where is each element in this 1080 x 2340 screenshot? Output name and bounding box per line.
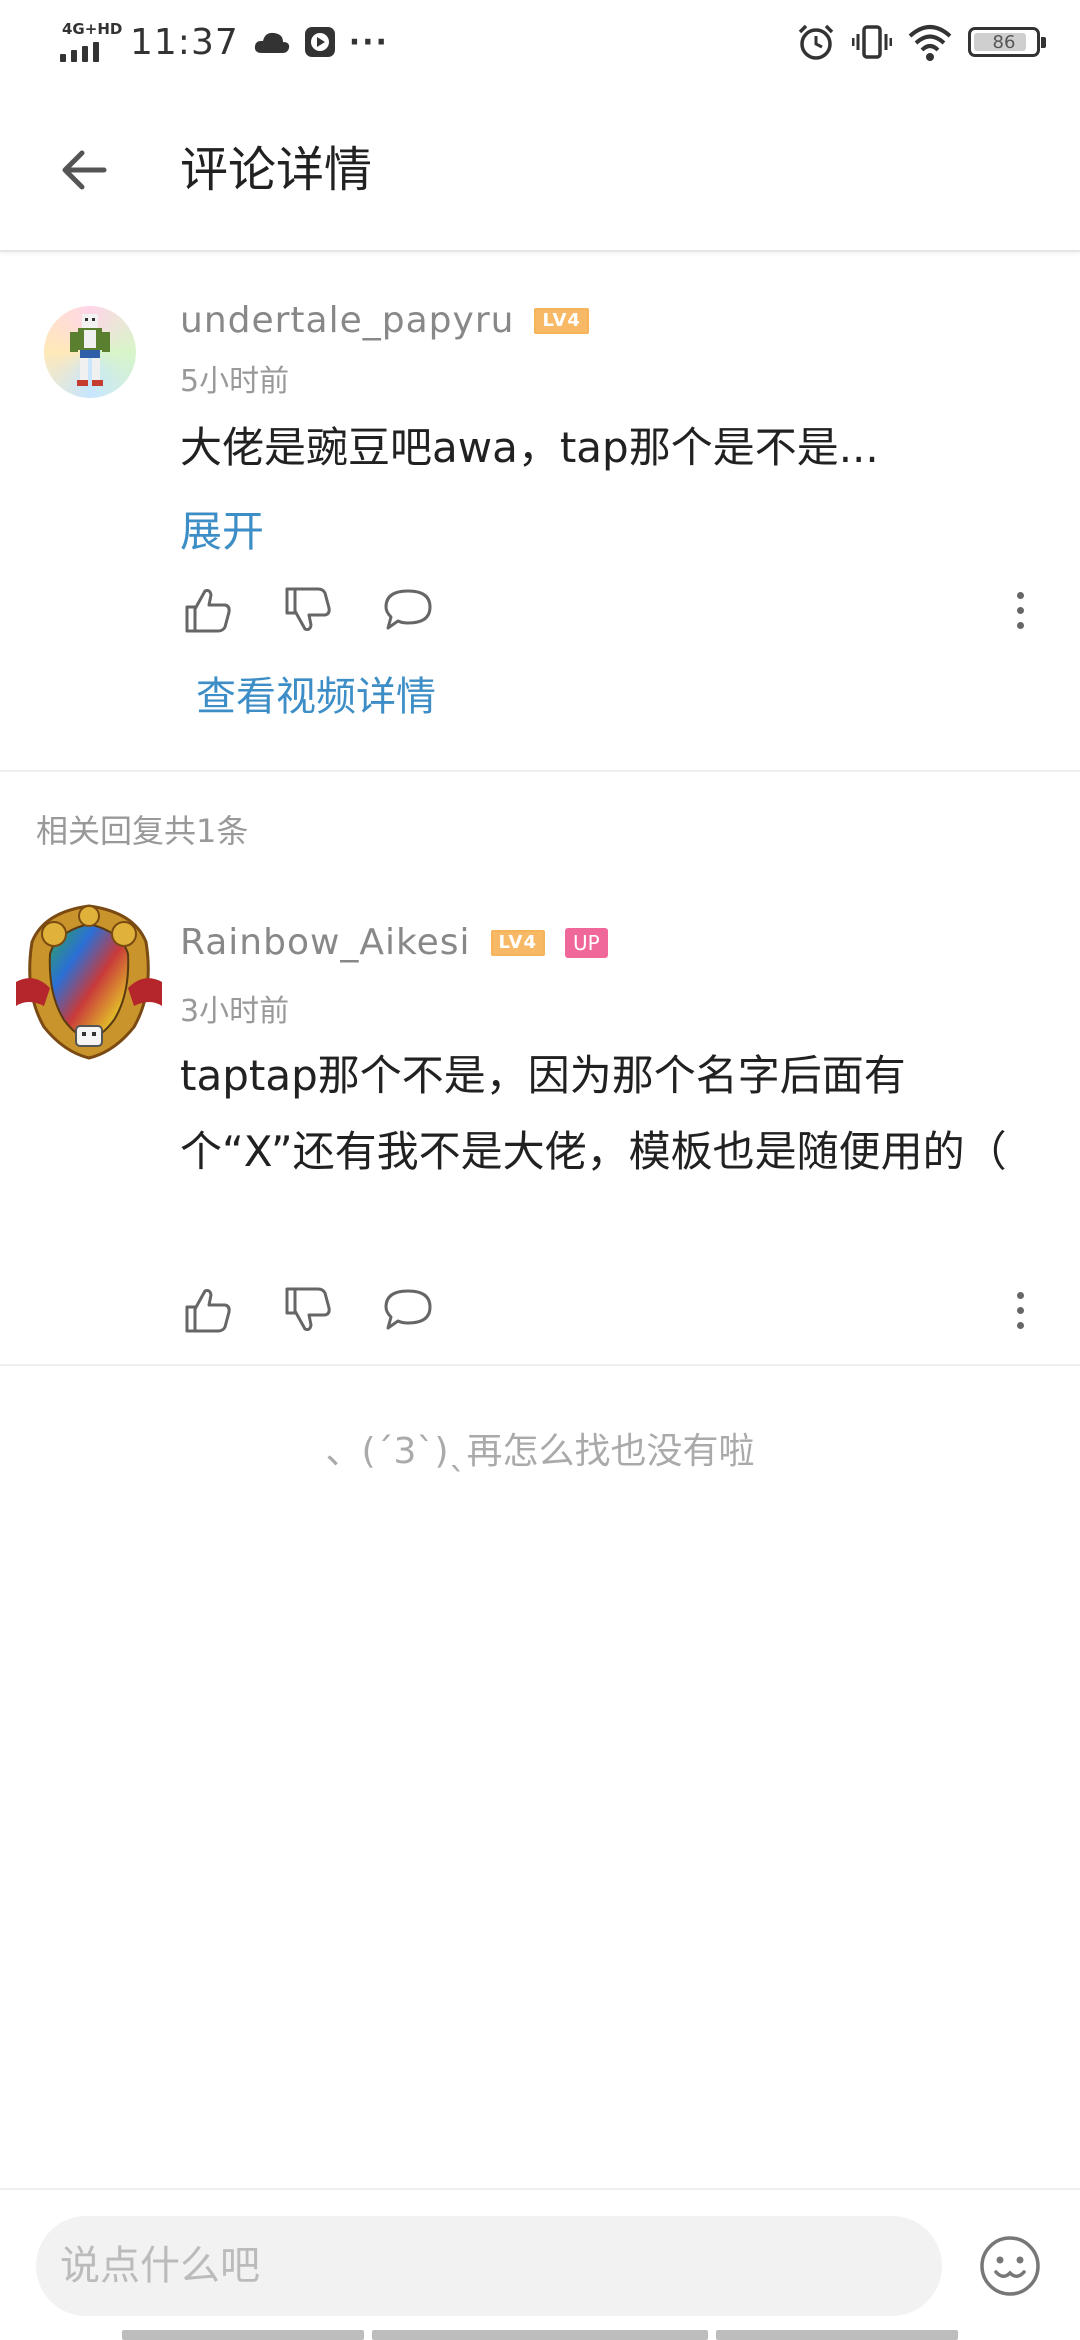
thumbs-down-icon xyxy=(285,587,331,631)
rainbow-gem-shield-avatar-icon xyxy=(16,904,162,1060)
divider xyxy=(0,1364,1080,1366)
comment-content: taptap那个不是，因为那个名字后面有个“X”还有我不是大佬，模板也是随便用的… xyxy=(180,1051,1007,1176)
app-bar: 评论详情 xyxy=(0,84,1080,252)
username-row: undertale_papyru LV4 xyxy=(180,300,589,341)
comment-time: 5小时前 xyxy=(180,364,290,399)
nav-strip-left xyxy=(122,2330,364,2340)
arrow-left-icon xyxy=(62,150,107,190)
thumbs-up-icon xyxy=(185,1289,231,1333)
comment-actions xyxy=(180,582,1040,642)
comment-bubble-icon xyxy=(384,589,432,630)
username[interactable]: undertale_papyru xyxy=(180,300,514,341)
network-type-label: 4G+HD xyxy=(62,20,123,38)
like-button[interactable] xyxy=(180,582,236,638)
status-more-icon: ··· xyxy=(348,24,389,60)
more-vertical-icon[interactable] xyxy=(1000,1282,1040,1338)
emoji-face-icon[interactable] xyxy=(978,2234,1042,2298)
wifi-icon xyxy=(908,25,952,61)
level-badge: LV4 xyxy=(490,929,545,956)
thumbs-down-icon xyxy=(285,1287,331,1331)
dislike-button[interactable] xyxy=(280,582,336,638)
reply-button[interactable] xyxy=(380,582,436,638)
username-row: Rainbow_Aikesi LV4 UP xyxy=(180,922,608,963)
page-title: 评论详情 xyxy=(180,142,373,198)
signal-icon: 4G+HD xyxy=(58,20,122,64)
status-bar: 4G+HD 11:37 ··· 86 xyxy=(0,0,1080,84)
alarm-icon xyxy=(798,24,834,60)
dislike-button[interactable] xyxy=(280,1282,336,1338)
video-app-icon xyxy=(304,27,335,57)
reply-button[interactable] xyxy=(380,1282,436,1338)
username[interactable]: Rainbow_Aikesi xyxy=(180,922,471,963)
reply-comment: Rainbow_Aikesi LV4 UP 3小时前 taptap那个不是，因为… xyxy=(0,892,1080,1364)
divider xyxy=(0,770,1080,772)
replies-count-header: 相关回复共1条 xyxy=(36,812,249,850)
nav-strip-right xyxy=(716,2330,958,2340)
comment-input[interactable] xyxy=(36,2216,942,2316)
battery-percent: 86 xyxy=(992,31,1016,53)
expand-link[interactable]: 展开 xyxy=(180,498,264,559)
avatar[interactable] xyxy=(44,306,136,398)
comment-input-bar xyxy=(0,2188,1080,2340)
up-badge: UP xyxy=(564,927,608,958)
avatar[interactable] xyxy=(14,902,164,1062)
end-of-list-message: 、(ˊ3ˋ)ˎ再怎么找也没有啦 xyxy=(325,1431,755,1472)
comment-actions xyxy=(180,1282,1040,1342)
level-badge: LV4 xyxy=(534,307,589,334)
comment-time: 3小时前 xyxy=(180,994,290,1029)
status-bar-right: 86 xyxy=(796,18,1046,66)
more-vertical-icon[interactable] xyxy=(1000,582,1040,638)
status-time: 11:37 xyxy=(130,21,239,63)
status-bar-left: 4G+HD 11:37 ··· xyxy=(58,18,389,66)
like-button[interactable] xyxy=(180,1282,236,1338)
comment-bubble-icon xyxy=(384,1289,432,1330)
view-video-link[interactable]: 查看视频详情 xyxy=(196,664,436,722)
weather-cloud-icon xyxy=(254,32,289,53)
back-button[interactable] xyxy=(48,134,120,206)
pixel-character-avatar-icon xyxy=(70,314,110,386)
thumbs-up-icon xyxy=(185,589,231,633)
comment-content: 大佬是豌豆吧awa，tap那个是不是... xyxy=(180,423,879,472)
main-comment: undertale_papyru LV4 5小时前 大佬是豌豆吧awa，tap那… xyxy=(0,252,1080,772)
battery-icon: 86 xyxy=(968,27,1046,57)
vibrate-icon xyxy=(852,25,892,59)
nav-strip-center xyxy=(372,2330,708,2340)
